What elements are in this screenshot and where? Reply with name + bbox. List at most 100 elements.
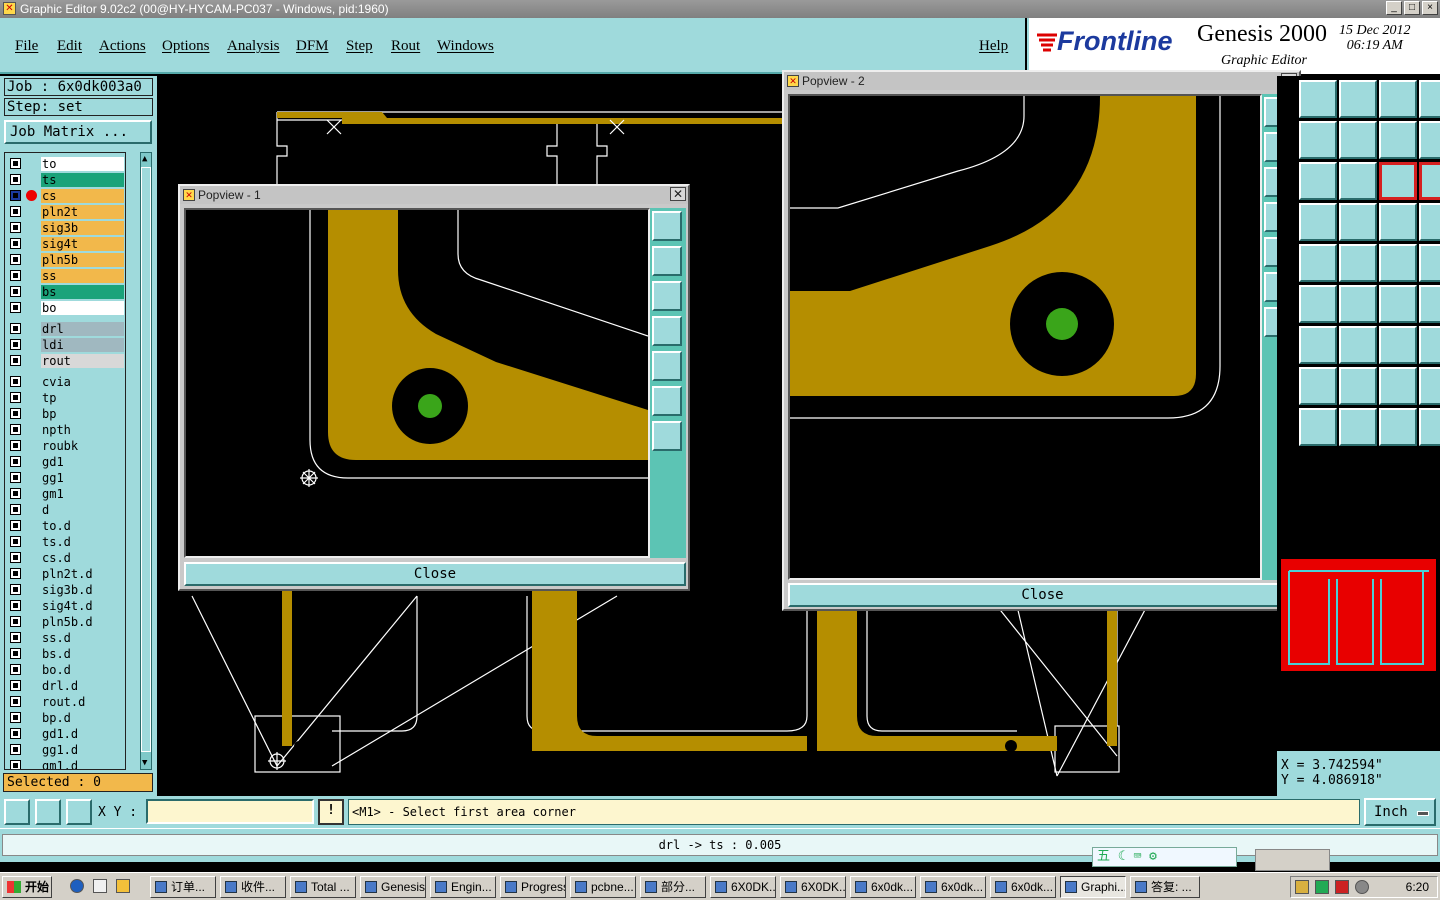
layer-row[interactable]: bs.d bbox=[5, 646, 125, 661]
layer-row[interactable]: gg1.d bbox=[5, 742, 125, 757]
layer-name[interactable]: cs bbox=[41, 189, 124, 203]
minimap-drawing[interactable] bbox=[1281, 559, 1436, 671]
layer-checkbox[interactable] bbox=[10, 584, 21, 595]
layer-row[interactable]: bp.d bbox=[5, 710, 125, 725]
layer-row[interactable]: pln2t bbox=[5, 204, 125, 219]
popview-1-zoom-in-icon[interactable] bbox=[652, 421, 682, 451]
layer-name[interactable]: bs bbox=[41, 285, 124, 299]
layer-checkbox[interactable] bbox=[10, 270, 21, 281]
layer-checkbox[interactable] bbox=[10, 323, 21, 334]
undo-view-icon[interactable] bbox=[1339, 121, 1377, 159]
layer-row[interactable]: ldi bbox=[5, 337, 125, 352]
layer-name[interactable]: sig3b.d bbox=[41, 583, 124, 597]
layer-name[interactable]: pln2t.d bbox=[41, 567, 124, 581]
layer-checkbox[interactable] bbox=[10, 456, 21, 467]
layer-row[interactable]: gm1 bbox=[5, 486, 125, 501]
popview-2-close-button[interactable]: Close bbox=[788, 583, 1297, 607]
draw-arc-icon[interactable] bbox=[1299, 285, 1337, 323]
popview-2-drawing[interactable] bbox=[790, 96, 1260, 578]
layer-row[interactable]: bo.d bbox=[5, 662, 125, 677]
connect-icon[interactable] bbox=[1419, 244, 1440, 282]
layer-checkbox[interactable] bbox=[10, 376, 21, 387]
layer-checkbox[interactable] bbox=[10, 339, 21, 350]
layer-row[interactable]: ts.d bbox=[5, 534, 125, 549]
layer-name[interactable]: cs.d bbox=[41, 551, 124, 565]
layer-row[interactable]: roubk bbox=[5, 438, 125, 453]
layer-row[interactable]: gg1 bbox=[5, 470, 125, 485]
layer-checkbox[interactable] bbox=[10, 392, 21, 403]
taskbar-item[interactable]: 答复: ... bbox=[1130, 876, 1200, 898]
triangle-icon[interactable] bbox=[1299, 367, 1337, 405]
copy-icon[interactable] bbox=[1379, 244, 1417, 282]
taskbar-item[interactable]: Genesis bbox=[360, 876, 426, 898]
layer-row[interactable]: sig4t bbox=[5, 236, 125, 251]
xy-input[interactable] bbox=[146, 799, 314, 824]
layer-checkbox[interactable] bbox=[10, 696, 21, 707]
layer-checkbox[interactable] bbox=[10, 712, 21, 723]
layer-name[interactable]: gg1 bbox=[41, 471, 124, 485]
split-rect-icon[interactable] bbox=[1379, 121, 1417, 159]
layer-name[interactable]: bp.d bbox=[41, 711, 124, 725]
arc-icon[interactable] bbox=[1379, 285, 1417, 323]
taskbar-item[interactable]: Graphi... bbox=[1060, 876, 1126, 898]
layer-checkbox[interactable] bbox=[10, 488, 21, 499]
layer-row[interactable]: ss bbox=[5, 268, 125, 283]
job-matrix-button[interactable]: Job Matrix ... bbox=[4, 120, 152, 144]
layer-name[interactable]: bo.d bbox=[41, 663, 124, 677]
taskbar-item[interactable]: 6x0dk... bbox=[990, 876, 1056, 898]
layer-name[interactable]: gd1.d bbox=[41, 727, 124, 741]
scroll-up-icon[interactable]: ▲ bbox=[142, 153, 147, 165]
layer-name[interactable]: gd1 bbox=[41, 455, 124, 469]
path-tool-icon[interactable] bbox=[1419, 408, 1440, 446]
pad-info-icon[interactable] bbox=[1419, 162, 1440, 200]
layer-name[interactable]: tp bbox=[41, 391, 124, 405]
triangle-outline-icon[interactable] bbox=[1419, 367, 1440, 405]
layer-name[interactable]: roubk bbox=[41, 439, 124, 453]
navigation-minimap[interactable] bbox=[1281, 559, 1436, 671]
desktop-quicklaunch-icon[interactable] bbox=[93, 879, 107, 893]
layer-name[interactable]: gg1.d bbox=[41, 743, 124, 757]
popview-2-view[interactable] bbox=[788, 94, 1262, 580]
slice-icon[interactable] bbox=[1339, 285, 1377, 323]
highlight-icon[interactable] bbox=[1339, 203, 1377, 241]
layer-row[interactable]: sig4t.d bbox=[5, 598, 125, 613]
layer-row[interactable]: gm1.d bbox=[5, 758, 125, 769]
info-icon[interactable]: ! bbox=[318, 799, 344, 825]
layer-row[interactable]: tp bbox=[5, 390, 125, 405]
layer-checkbox[interactable] bbox=[10, 238, 21, 249]
layer-name[interactable]: cvia bbox=[41, 375, 124, 389]
polygon-icon[interactable] bbox=[1419, 326, 1440, 364]
layer-row[interactable]: pln5b bbox=[5, 252, 125, 267]
layer-row[interactable]: ss.d bbox=[5, 630, 125, 645]
arrow-tool-icon[interactable] bbox=[1379, 367, 1417, 405]
layer-list-scrollbar[interactable]: ▲ ▼ bbox=[140, 152, 152, 770]
layer-row[interactable]: bs bbox=[5, 284, 125, 299]
browser-quicklaunch-icon[interactable] bbox=[70, 879, 84, 893]
start-button[interactable]: 开始 bbox=[2, 876, 52, 898]
layer-checkbox[interactable] bbox=[10, 552, 21, 563]
layer-checkbox[interactable] bbox=[10, 648, 21, 659]
rect-tool-icon[interactable] bbox=[1419, 285, 1440, 323]
help-icon[interactable] bbox=[1419, 121, 1440, 159]
taskbar-item[interactable]: Total ... bbox=[290, 876, 356, 898]
layer-checkbox[interactable] bbox=[10, 302, 21, 313]
layer-row[interactable]: gd1.d bbox=[5, 726, 125, 741]
menu-options[interactable]: Options bbox=[162, 38, 210, 55]
layer-checkbox[interactable] bbox=[10, 206, 21, 217]
feature-info-icon[interactable] bbox=[1379, 162, 1417, 200]
menu-step[interactable]: Step bbox=[346, 38, 373, 55]
layer-row[interactable]: pln5b.d bbox=[5, 614, 125, 629]
pointer-cursor-icon[interactable] bbox=[1339, 408, 1377, 446]
taskbar-item[interactable]: pcbne... bbox=[570, 876, 636, 898]
layer-name[interactable]: ss bbox=[41, 269, 124, 283]
fit-view-icon[interactable] bbox=[1299, 121, 1337, 159]
layer-row[interactable]: gd1 bbox=[5, 454, 125, 469]
split-view-icon[interactable] bbox=[1419, 80, 1440, 118]
layer-checkbox[interactable] bbox=[10, 440, 21, 451]
snap-icon[interactable] bbox=[4, 799, 30, 825]
popview-1-zoom-home-icon[interactable] bbox=[652, 211, 682, 241]
taskbar-item[interactable]: Progress bbox=[500, 876, 566, 898]
home-icon[interactable] bbox=[1379, 80, 1417, 118]
unit-selector[interactable]: Inch bbox=[1364, 798, 1436, 826]
grid-icon[interactable] bbox=[66, 799, 92, 825]
